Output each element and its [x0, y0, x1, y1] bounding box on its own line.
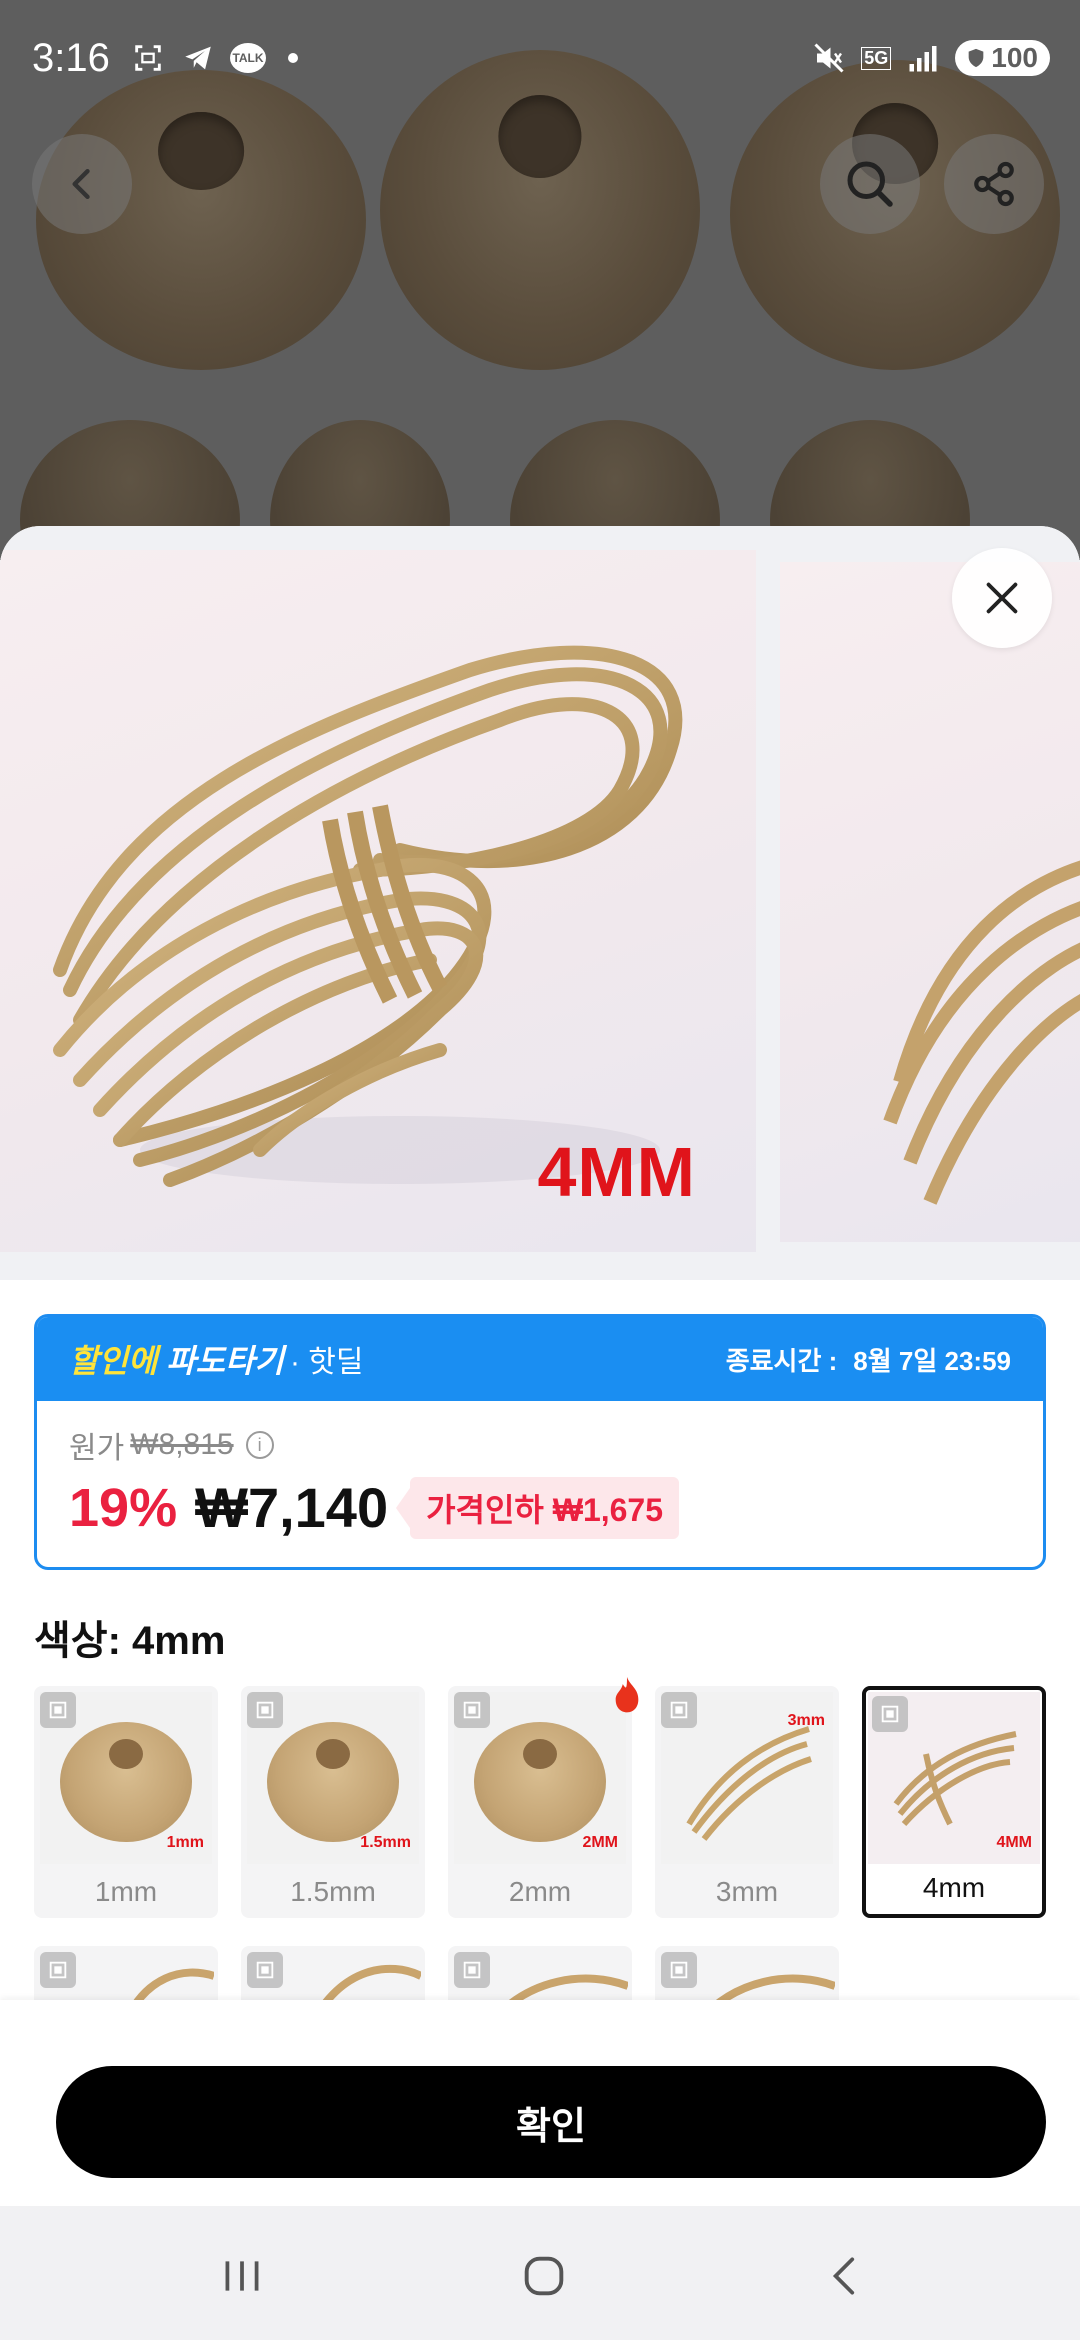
option-size-tag: 3mm — [787, 1712, 825, 1729]
chevron-left-icon — [72, 168, 90, 200]
rope-coil-image — [883, 860, 1080, 1205]
network-label: 5G — [861, 46, 892, 70]
gallery-image-next[interactable] — [780, 562, 1080, 1242]
shield-icon — [968, 48, 984, 68]
option-label: 1mm — [94, 1876, 158, 1907]
color-option-label: 색상: 4mm — [34, 1619, 226, 1663]
expand-icon[interactable] — [247, 1692, 283, 1728]
option-4mm-selected[interactable]: 4MM 4mm — [862, 1686, 1046, 1918]
expand-icon[interactable] — [40, 1952, 76, 1988]
option-size-tag: 1mm — [166, 1834, 204, 1851]
option-2mm[interactable]: 2MM 2mm — [448, 1686, 632, 1918]
original-price-label: 원가 — [69, 1432, 125, 1465]
system-navigation-bar — [0, 2206, 1080, 2340]
size-tag: 4MM — [537, 1133, 696, 1211]
fire-icon — [615, 1677, 639, 1713]
confirm-button[interactable]: 확인 — [56, 2066, 1046, 2178]
original-price-row: 원가 ₩8,815 i — [69, 1423, 1011, 1467]
close-button[interactable] — [952, 548, 1052, 648]
search-icon — [847, 161, 893, 207]
status-bar: 3:16 TALK 5G 100 — [0, 0, 1080, 120]
option-size-tag: 1.5mm — [360, 1834, 411, 1851]
deal-end-label: 종료시간 : — [725, 1345, 838, 1376]
close-icon — [986, 582, 1018, 614]
expand-icon[interactable] — [872, 1696, 908, 1732]
telegram-icon — [180, 40, 216, 76]
original-price: ₩8,815 — [130, 1428, 234, 1461]
search-button[interactable] — [820, 134, 920, 234]
option-1mm[interactable]: 1mm 1mm — [34, 1686, 218, 1918]
share-button[interactable] — [944, 134, 1044, 234]
recent-apps-icon — [225, 2261, 259, 2291]
signal-icon — [905, 40, 941, 76]
deal-body: 원가 ₩8,815 i 19% ₩7,140 가격인하 ₩1,675 — [37, 1401, 1043, 1540]
deal-header: 할인에 파도타기 · 핫딜 종료시간 : 8월 7일 23:59 — [37, 1317, 1043, 1401]
expand-icon[interactable] — [454, 1692, 490, 1728]
option-1-5mm[interactable]: 1.5mm 1.5mm — [241, 1686, 425, 1918]
share-icon — [974, 161, 1014, 207]
deal-brand-text: 파도타기 — [166, 1343, 284, 1379]
expand-icon[interactable] — [661, 1952, 697, 1988]
deal-end-value: 8월 7일 23:59 — [853, 1345, 1011, 1376]
deal-brand-highlight: 할인에 — [69, 1343, 158, 1379]
option-size-tag: 4MM — [996, 1834, 1032, 1851]
back-nav-button[interactable] — [816, 2246, 876, 2306]
back-button[interactable] — [32, 134, 132, 234]
option-label: 4mm — [922, 1872, 986, 1903]
confirm-bar: 확인 — [0, 2000, 1080, 2206]
deal-subtitle: · 핫딜 — [289, 1346, 364, 1379]
expand-icon[interactable] — [247, 1952, 283, 1988]
notification-icons: TALK — [130, 40, 298, 76]
deal-brand: 할인에 파도타기 — [69, 1336, 284, 1382]
kakaotalk-icon: TALK — [230, 43, 266, 73]
option-3mm[interactable]: 3mm 3mm — [655, 1686, 839, 1918]
price-row: 19% ₩7,140 가격인하 ₩1,675 — [69, 1475, 1011, 1540]
hot-deal-box: 할인에 파도타기 · 핫딜 종료시간 : 8월 7일 23:59 원가 ₩8,8… — [34, 1314, 1046, 1570]
sale-price: ₩7,140 — [195, 1476, 389, 1539]
more-notifications-dot — [288, 53, 298, 63]
info-icon[interactable]: i — [245, 1431, 274, 1459]
home-icon — [524, 2256, 564, 2296]
option-bottom-sheet: 4MM 할인에 파도타기 · 핫딜 종료시간 : 8월 7일 23:59 원가 … — [0, 526, 1080, 2206]
option-image-gallery[interactable]: 4MM — [0, 526, 1080, 1280]
screenshot-icon — [130, 40, 166, 76]
mute-icon — [811, 40, 847, 76]
option-label: 3mm — [715, 1876, 779, 1907]
discount-percent: 19% — [69, 1477, 178, 1538]
home-button[interactable] — [514, 2246, 574, 2306]
deal-end-time: 종료시간 : 8월 7일 23:59 — [726, 1341, 1011, 1378]
recent-apps-button[interactable] — [212, 2246, 272, 2306]
battery-level: 100 — [991, 42, 1038, 73]
gallery-image-main[interactable]: 4MM — [0, 550, 756, 1252]
price-cut-badge: 가격인하 ₩1,675 — [410, 1476, 680, 1539]
battery-indicator: 100 — [955, 40, 1050, 76]
expand-icon[interactable] — [40, 1692, 76, 1728]
back-icon — [832, 2257, 855, 2295]
option-size-tag: 2MM — [582, 1834, 618, 1851]
status-time: 3:16 — [32, 36, 110, 80]
expand-icon[interactable] — [661, 1692, 697, 1728]
system-icons: 5G 100 — [811, 40, 1050, 76]
option-label: 2mm — [508, 1876, 572, 1907]
expand-icon[interactable] — [454, 1952, 490, 1988]
option-label: 1.5mm — [290, 1876, 376, 1907]
